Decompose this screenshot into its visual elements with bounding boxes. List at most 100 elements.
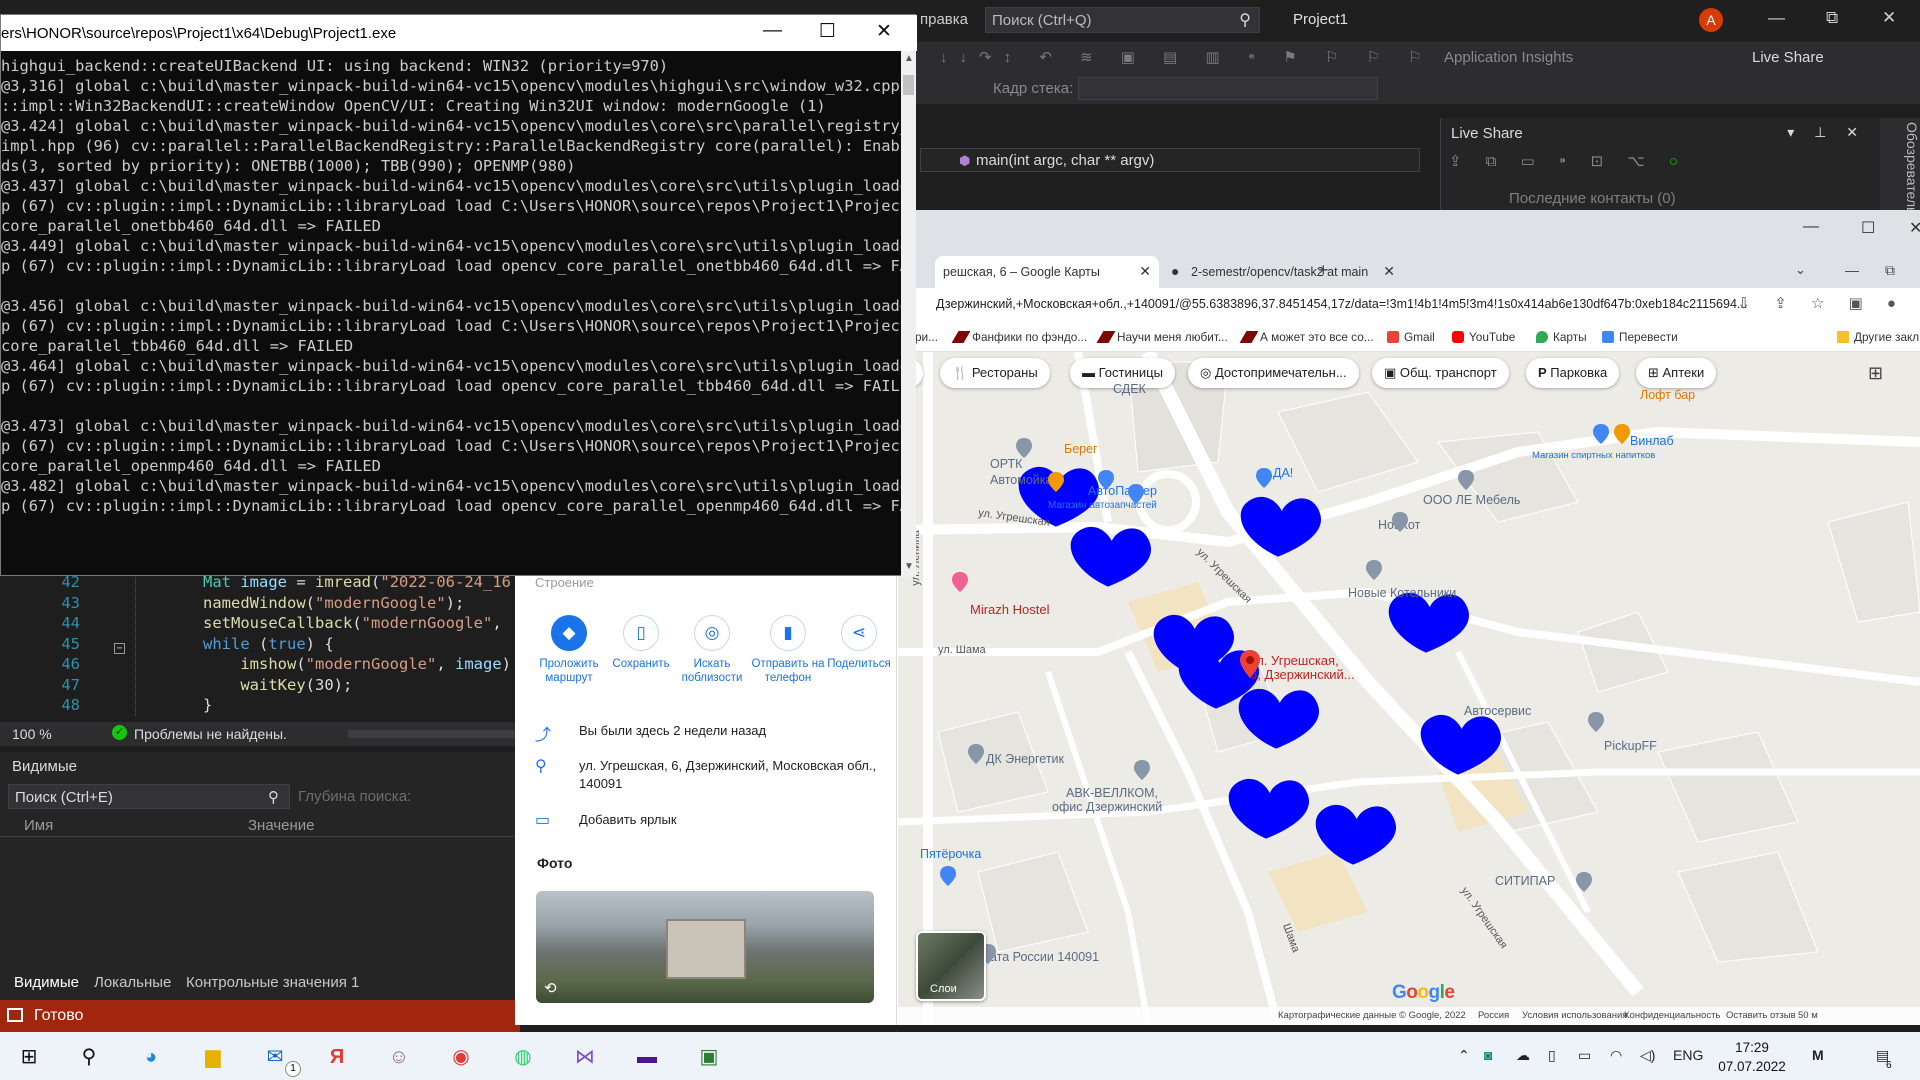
poi-avk-1[interactable]: АВК-ВЕЛЛКОМ,: [1066, 786, 1158, 800]
scroll-down-icon[interactable]: ▼: [904, 561, 914, 572]
poi-ooo[interactable]: ООО ЛЕ Мебель: [1423, 493, 1520, 507]
poi-dk[interactable]: ДК Энергетик: [986, 752, 1064, 766]
tray-app-icon[interactable]: ☁: [1516, 1047, 1530, 1064]
bookmark-youtube[interactable]: YouTube: [1452, 330, 1515, 344]
poi-da[interactable]: ДА!: [1273, 466, 1293, 480]
whatsapp-icon[interactable]: ◍: [510, 1044, 536, 1070]
selected-place-1[interactable]: ул. Угрешская,: [1250, 653, 1339, 668]
send-to-phone-button[interactable]: ▮ Отправить на телефон: [750, 615, 826, 685]
code-line[interactable]: 43 namedWindow("modernGoogle");: [0, 594, 520, 615]
code-text[interactable]: namedWindow("modernGoogle");: [203, 594, 464, 612]
chip-restaurants[interactable]: 🍴 Рестораны: [940, 358, 1050, 388]
map-data-credit[interactable]: Картографические данные © Google, 2022: [1278, 1010, 1466, 1021]
map-terms[interactable]: Условия использования: [1522, 1010, 1627, 1021]
bar-pin-icon[interactable]: [1614, 424, 1630, 444]
poi-pochta[interactable]: ата России 140091: [990, 950, 1099, 964]
bookmark-teach-me[interactable]: Научи меня любит...: [1096, 330, 1228, 344]
business-pin-icon[interactable]: [1366, 560, 1382, 580]
minimize-icon[interactable]: —: [1845, 262, 1859, 278]
tray-app-icon[interactable]: ▯: [1548, 1047, 1556, 1064]
windows-start-icon[interactable]: ⊞: [16, 1044, 42, 1070]
code-line[interactable]: 45 while (true) {: [0, 635, 520, 656]
code-line[interactable]: 46 imshow("modernGoogle", image): [0, 655, 520, 676]
close-icon[interactable]: ✕: [1909, 218, 1920, 238]
new-tab-icon[interactable]: +: [1318, 260, 1329, 281]
vs-search-box[interactable]: Поиск (Ctrl+Q) ⚲: [985, 7, 1260, 33]
code-text[interactable]: waitKey(30);: [203, 676, 352, 694]
directions-button[interactable]: ◆ Проложить маршрут: [531, 615, 607, 685]
maximize-icon[interactable]: ☐: [1861, 218, 1875, 238]
url-text[interactable]: Дзержинский,+Московская+обл.,+140091/@55…: [936, 297, 1747, 311]
bookmark-maps[interactable]: Карты: [1536, 330, 1587, 344]
map-feedback[interactable]: Оставить отзыв: [1726, 1010, 1796, 1021]
office-pin-icon[interactable]: [1134, 760, 1150, 780]
poi-ortk[interactable]: ОРТК: [990, 457, 1022, 471]
restore-icon[interactable]: ⧉: [1826, 8, 1838, 28]
console-scrollbar[interactable]: ▲ ▼: [901, 51, 916, 577]
search-icon[interactable]: ⚲: [76, 1044, 102, 1070]
business-pin-icon[interactable]: [1576, 872, 1592, 892]
poi-bereg[interactable]: Берег: [1064, 442, 1098, 456]
application-insights-button[interactable]: Application Insights: [1444, 49, 1573, 66]
chrome-icon[interactable]: ◉: [448, 1044, 474, 1070]
business-pin-icon[interactable]: [1458, 470, 1474, 490]
restore-icon[interactable]: ⧉: [1885, 262, 1895, 279]
code-line[interactable]: 47 waitKey(30);: [0, 676, 520, 697]
omnibox-icons[interactable]: ⇩ ⇪ ☆ ▣ ●: [1738, 294, 1907, 312]
bookmark-translate[interactable]: Перевести: [1602, 330, 1678, 344]
grocery-pin-icon[interactable]: [940, 866, 956, 886]
clock[interactable]: 17:29 07.07.2022: [1712, 1038, 1792, 1076]
file-explorer-icon[interactable]: ▆: [200, 1044, 226, 1070]
minimize-icon[interactable]: —: [1803, 218, 1819, 236]
panel-pin-icons[interactable]: ▾ ⊥ ✕: [1787, 124, 1866, 141]
tab-google-maps[interactable]: решская, 6 – Google Карты ✕: [935, 256, 1159, 288]
tray-app-icon[interactable]: ◙: [1484, 1047, 1492, 1063]
recent-contacts[interactable]: Последние контакты (0): [1509, 190, 1676, 207]
hostel-pin-icon[interactable]: [952, 572, 968, 592]
shop-pin-icon[interactable]: [1128, 484, 1144, 504]
language-indicator[interactable]: ENG: [1673, 1047, 1703, 1063]
menu-item-edit[interactable]: правка: [920, 11, 968, 28]
column-value[interactable]: Значение: [248, 817, 315, 834]
code-text[interactable]: imshow("modernGoogle", image): [203, 655, 511, 673]
code-line[interactable]: 48}: [0, 696, 520, 717]
business-pin-icon[interactable]: [1588, 712, 1604, 732]
store-pin-icon[interactable]: [1256, 468, 1272, 488]
poi-kotelniki[interactable]: Новые Котельники: [1348, 586, 1456, 600]
horizontal-scrollbar[interactable]: [348, 730, 518, 738]
tab-github[interactable]: 2-semestr/opencv/task2 at main ● ✕: [1163, 256, 1403, 288]
shop-pin-icon[interactable]: [1098, 470, 1114, 490]
battery-icon[interactable]: ▭: [1578, 1047, 1591, 1064]
mail-icon[interactable]: ✉: [262, 1044, 288, 1070]
poi-pyaterochka[interactable]: Пятёрочка: [920, 847, 981, 861]
chip-attractions[interactable]: ◎ Достопримечательн...: [1188, 358, 1359, 388]
poi-mirazh[interactable]: Mirazh Hostel: [970, 602, 1049, 617]
nearby-button[interactable]: ◎ Искать поблизости: [674, 615, 750, 685]
chevron-up-icon[interactable]: ⌃: [1458, 1047, 1470, 1064]
chip-transit[interactable]: ▣ Общ. транспорт: [1372, 358, 1509, 388]
close-tab-icon[interactable]: ✕: [1139, 263, 1151, 280]
restaurant-pin-icon[interactable]: [1048, 472, 1064, 492]
meet-icon[interactable]: M: [1812, 1047, 1824, 1063]
console-output[interactable]: highgui_backend::createUIBackend UI: usi…: [1, 51, 901, 577]
code-line[interactable]: 44 setMouseCallback("modernGoogle",: [0, 614, 520, 635]
terminal-icon[interactable]: ▬: [634, 1044, 660, 1070]
bookmark-gmail[interactable]: Gmail: [1387, 330, 1435, 344]
column-name[interactable]: Имя: [24, 817, 53, 834]
avatar[interactable]: A: [1699, 8, 1723, 32]
app-avatar-icon[interactable]: ☺: [386, 1044, 412, 1070]
apps-grid-icon[interactable]: ⊞: [1868, 363, 1883, 384]
tab-locals[interactable]: Локальные: [94, 974, 171, 991]
tab-autos[interactable]: Видимые: [14, 974, 79, 991]
liquor-pin-icon[interactable]: [1593, 424, 1609, 444]
poi-sdek[interactable]: СДЕК: [1113, 382, 1146, 396]
poi-sitipar[interactable]: СИТИПАР: [1495, 874, 1555, 888]
code-editor[interactable]: − 42 Mat image = imread("2022-06-24_16 43 n…: [0, 573, 520, 716]
volume-icon[interactable]: ◁): [1640, 1047, 1655, 1064]
share-button[interactable]: ⋖ Поделиться: [821, 615, 897, 671]
maximize-icon[interactable]: ☐: [819, 20, 836, 43]
save-button[interactable]: ▯ Сохранить: [603, 615, 679, 671]
function-combo[interactable]: ⬢ main(int argc, char ** argv): [920, 148, 1420, 172]
map-region[interactable]: Россия: [1478, 1010, 1509, 1021]
poi-pickup[interactable]: PickupFF: [1604, 739, 1657, 753]
